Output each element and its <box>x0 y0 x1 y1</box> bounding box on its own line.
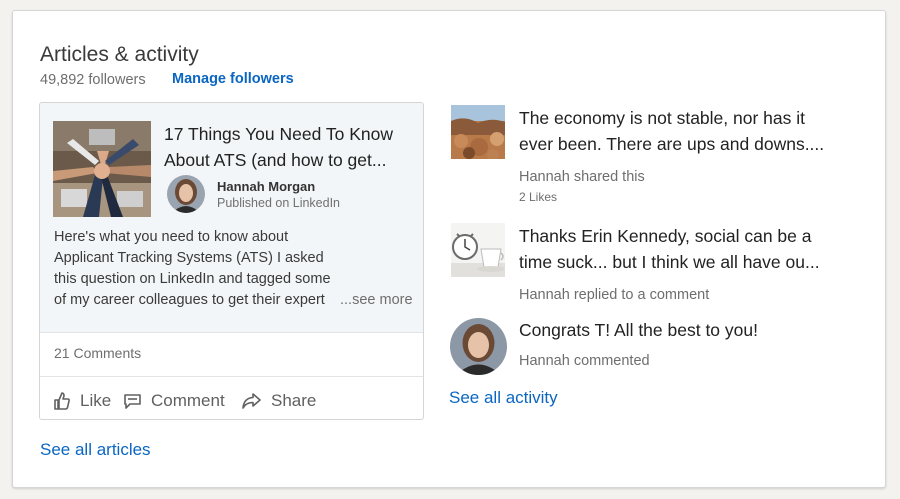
article-excerpt: Here's what you need to know about Appli… <box>54 229 331 308</box>
activity-text[interactable]: The economy is not stable, nor has it ev… <box>519 105 839 157</box>
section-title: Articles & activity <box>40 43 199 66</box>
article-preview[interactable]: 17 Things You Need To Know About ATS (an… <box>40 103 423 333</box>
author-name[interactable]: Hannah Morgan <box>217 179 315 194</box>
activity-text[interactable]: Thanks Erin Kennedy, social can be a tim… <box>519 223 839 275</box>
share-button[interactable]: Share <box>242 391 316 411</box>
activity-meta: Hannah shared this <box>519 169 645 185</box>
see-all-activity-link[interactable]: See all activity <box>449 388 558 408</box>
social-actions: Like Comment Share <box>40 387 423 417</box>
follower-count: 49,892 followers <box>40 72 146 88</box>
articles-activity-card: Articles & activity 49,892 followers Man… <box>12 10 886 488</box>
activity-meta: Hannah replied to a comment <box>519 287 710 303</box>
thumbs-up-icon <box>54 392 70 410</box>
article-thumbnail-icon[interactable] <box>53 121 151 217</box>
see-all-articles-link[interactable]: See all articles <box>40 440 151 460</box>
share-icon <box>242 393 261 409</box>
divider <box>40 376 423 377</box>
article-card[interactable]: 17 Things You Need To Know About ATS (an… <box>39 102 424 420</box>
likes-count[interactable]: 2 Likes <box>519 190 839 204</box>
see-more-link[interactable]: ...see more <box>336 290 413 311</box>
comments-count[interactable]: 21 Comments <box>54 345 141 361</box>
published-label: Published on LinkedIn <box>217 196 341 210</box>
clock-coffee-thumbnail-icon[interactable] <box>451 223 505 277</box>
activity-text[interactable]: Congrats T! All the best to you! <box>519 317 839 343</box>
rocky-landscape-thumbnail-icon[interactable] <box>451 105 505 159</box>
article-title[interactable]: 17 Things You Need To Know About ATS (an… <box>164 121 414 173</box>
comment-button[interactable]: Comment <box>124 391 225 411</box>
like-button[interactable]: Like <box>54 391 111 411</box>
author-avatar[interactable] <box>167 175 205 213</box>
activity-meta: Hannah commented <box>519 353 650 369</box>
avatar[interactable] <box>450 318 507 375</box>
comment-icon <box>124 393 141 409</box>
manage-followers-link[interactable]: Manage followers <box>172 71 294 87</box>
